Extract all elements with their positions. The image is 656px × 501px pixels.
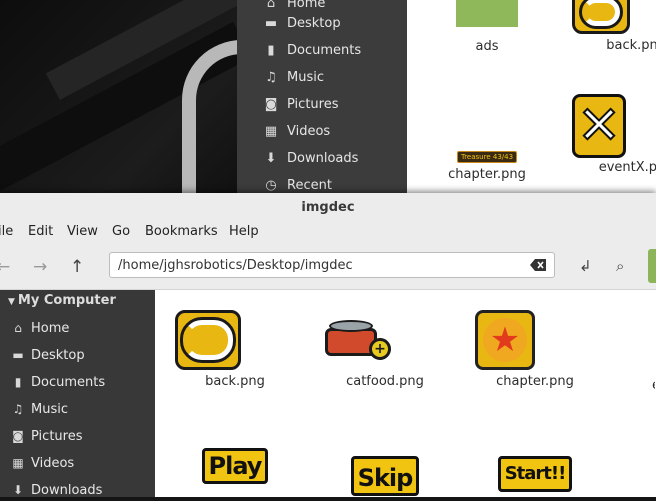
sidebar-item-desktop[interactable]: ▬ Desktop — [10, 344, 84, 366]
back-arrow-icon — [572, 0, 630, 34]
home-icon: ⌂ — [14, 321, 22, 335]
menu-go[interactable]: Go — [112, 224, 130, 239]
skip-thumbnail: Skip — [350, 456, 420, 496]
bg-file-eventx[interactable]: ✕ eventX.pn — [572, 94, 656, 175]
document-icon: ▮ — [267, 42, 275, 58]
play-thumbnail: Play — [201, 448, 269, 484]
bg-file-back[interactable]: back.pn — [572, 0, 656, 53]
sidebar-item-pictures[interactable]: ◙ Pictures — [10, 425, 82, 447]
background-window[interactable]: ⌂ Home ▬ Desktop ▮ Documents ♫ Music ◙ Pictur… — [237, 0, 656, 200]
camera-icon: ◙ — [264, 96, 278, 112]
music-icon: ♫ — [265, 69, 277, 85]
sidebar-item-documents[interactable]: ▮ Documents — [10, 371, 105, 393]
clear-path-icon[interactable] — [530, 259, 546, 271]
bg-file-ads[interactable]: ads — [427, 0, 547, 54]
search-icon[interactable]: ⌕ — [616, 257, 624, 275]
file-start[interactable]: Start!! — [475, 456, 595, 492]
document-icon: ▮ — [14, 375, 22, 389]
sidebar: ▼ My Computer ⌂ Home ▬ Desktop ▮ Documents ♫… — [0, 290, 155, 498]
camera-icon: ◙ — [12, 429, 24, 443]
sidebar-item-videos[interactable]: ▦ Videos — [10, 452, 74, 474]
film-icon: ▦ — [264, 123, 278, 139]
back-button[interactable]: ← — [0, 257, 10, 277]
title-bar[interactable]: imgdec — [0, 193, 656, 222]
menu-help[interactable]: Help — [229, 224, 259, 239]
film-icon: ▦ — [12, 456, 24, 470]
file-back-png[interactable]: back.png — [175, 310, 295, 389]
file-skip[interactable]: Skip — [325, 456, 445, 496]
background-sidebar: ⌂ Home ▬ Desktop ▮ Documents ♫ Music ◙ Pictur… — [237, 0, 407, 200]
folder-icon — [456, 0, 518, 27]
bg-sidebar-item-music[interactable]: ♫ Music — [263, 66, 324, 88]
location-bar[interactable]: /home/jghsrobotics/Desktop/imgdec — [109, 252, 555, 278]
window-title: imgdec — [301, 200, 355, 215]
close-x-icon: ✕ — [572, 94, 626, 158]
treasure-badge: Treasure 43/43 — [456, 151, 518, 163]
menu-bar: ile Edit View Go Bookmarks Help — [0, 221, 656, 243]
menu-bookmarks[interactable]: Bookmarks — [145, 224, 218, 239]
sidebar-item-music[interactable]: ♫ Music — [10, 398, 68, 420]
download-icon: ⬇ — [265, 150, 277, 166]
sidebar-heading: ▼ My Computer — [8, 293, 116, 308]
bg-sidebar-item-documents[interactable]: ▮ Documents — [263, 39, 361, 61]
start-thumbnail: Start!! — [497, 456, 573, 492]
bg-sidebar-item-downloads[interactable]: ⬇ Downloads — [263, 147, 359, 169]
menu-edit[interactable]: Edit — [28, 224, 53, 239]
forward-button[interactable]: → — [33, 257, 47, 277]
home-icon: ⌂ — [266, 0, 276, 11]
bg-sidebar-item-videos[interactable]: ▦ Videos — [263, 120, 330, 142]
location-path: /home/jghsrobotics/Desktop/imgdec — [118, 258, 353, 273]
sidebar-item-downloads[interactable]: ⬇ Downloads — [10, 479, 102, 501]
music-icon: ♫ — [12, 402, 24, 416]
toggle-location-icon[interactable]: ↲ — [579, 257, 592, 275]
menu-view[interactable]: View — [67, 224, 98, 239]
file-partial[interactable]: e — [595, 310, 655, 393]
star-icon: ★ — [475, 310, 535, 370]
download-icon: ⬇ — [12, 483, 24, 497]
file-play[interactable]: Play — [175, 448, 295, 484]
file-view: back.png + catfood.png ★ chapter.png e P… — [155, 290, 656, 497]
background-file-view: ads back.pn Treasure 43/43 chapter.png ✕… — [407, 0, 656, 200]
menu-file[interactable]: ile — [0, 224, 13, 239]
up-button[interactable]: ↑ — [70, 257, 84, 277]
desktop-icon: ▬ — [264, 15, 278, 31]
bg-sidebar-item-desktop[interactable]: ▬ Desktop — [263, 12, 341, 34]
file-chapter-png[interactable]: ★ chapter.png — [475, 310, 595, 389]
view-toggle-button[interactable] — [648, 249, 656, 283]
catfood-can-icon: + — [325, 320, 391, 360]
desktop-icon: ▬ — [12, 348, 24, 362]
bg-file-chapter[interactable]: Treasure 43/43 chapter.png — [427, 148, 547, 182]
back-arrow-icon — [175, 310, 241, 370]
bg-sidebar-item-pictures[interactable]: ◙ Pictures — [263, 93, 339, 115]
file-manager-window[interactable]: imgdec ile Edit View Go Bookmarks Help ←… — [0, 193, 656, 498]
toolbar: ← → ↑ /home/jghsrobotics/Desktop/imgdec … — [0, 243, 656, 290]
recent-icon: ◷ — [265, 177, 277, 193]
sidebar-item-home[interactable]: ⌂ Home — [10, 317, 69, 339]
file-catfood-png[interactable]: + catfood.png — [325, 310, 445, 389]
